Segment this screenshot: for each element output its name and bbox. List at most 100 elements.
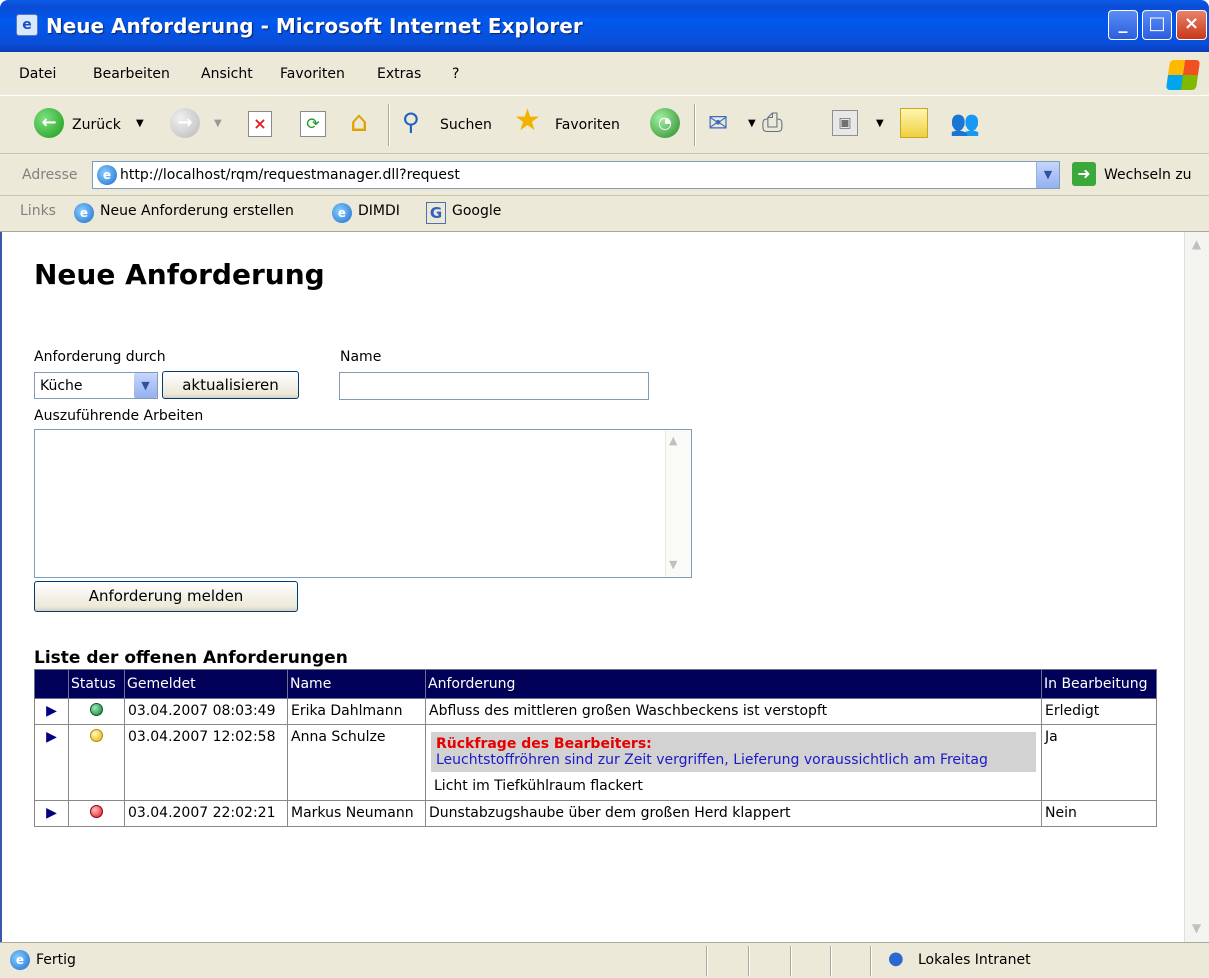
in-progress-cell: Ja: [1041, 724, 1157, 801]
minimize-button[interactable]: _: [1108, 10, 1138, 40]
name-cell: Anna Schulze: [287, 724, 426, 801]
status-text: Fertig: [36, 952, 76, 968]
zone-text: Lokales Intranet: [918, 952, 1031, 968]
toolbar-separator: [388, 104, 390, 146]
links-label: Links: [20, 203, 56, 219]
name-label: Name: [340, 349, 382, 365]
reported-cell: 03.04.2007 08:03:49: [124, 698, 288, 725]
row-open-arrow-icon[interactable]: ▶: [34, 724, 69, 801]
reported-cell: 03.04.2007 22:02:21: [124, 800, 288, 827]
column-header: Status: [68, 669, 125, 699]
table-row[interactable]: ▶ 03.04.2007 22:02:21 Markus Neumann Dun…: [34, 800, 1157, 827]
row-open-arrow-icon[interactable]: ▶: [34, 698, 69, 725]
refresh-icon[interactable]: ⟳: [300, 111, 326, 137]
request-cell: Abfluss des mittleren großen Waschbecken…: [425, 698, 1042, 725]
stop-icon[interactable]: ×: [248, 111, 272, 137]
row-open-arrow-icon[interactable]: ▶: [34, 800, 69, 827]
ie-link-icon: e: [332, 203, 352, 223]
forward-arrow-icon[interactable]: →: [170, 108, 200, 138]
edit-dropdown-icon[interactable]: ▼: [876, 118, 884, 129]
link-dimdi[interactable]: DIMDI: [358, 203, 400, 219]
request-text: Licht im Tiefkühlraum flackert: [434, 778, 643, 794]
reported-cell: 03.04.2007 12:02:58: [124, 724, 288, 801]
menu-favoriten[interactable]: Favoriten: [280, 66, 345, 82]
scroll-up-icon[interactable]: ▲: [1186, 234, 1207, 255]
search-button-label[interactable]: Suchen: [440, 117, 492, 133]
address-dropdown-icon[interactable]: ▼: [1036, 162, 1059, 188]
edit-icon[interactable]: ▣: [832, 110, 858, 136]
back-button-label[interactable]: Zurück: [72, 117, 121, 133]
favorites-button-label[interactable]: Favoriten: [555, 117, 620, 133]
textarea-scroll-up-icon[interactable]: ▲: [669, 434, 677, 447]
requests-table: Status Gemeldet Name Anforderung In Bear…: [34, 669, 1157, 827]
request-cell: Dunstabzugshaube über dem großen Herd kl…: [425, 800, 1042, 827]
favorites-star-icon[interactable]: ★: [514, 104, 548, 138]
table-row[interactable]: ▶ 03.04.2007 12:02:58 Anna Schulze Rückf…: [34, 724, 1157, 801]
status-separator: [830, 946, 832, 976]
address-url[interactable]: http://localhost/rqm/requestmanager.dll?…: [120, 167, 460, 183]
mail-dropdown-icon[interactable]: ▼: [748, 118, 756, 129]
status-red-icon: [90, 805, 103, 818]
home-icon[interactable]: ⌂: [342, 106, 376, 138]
messenger-icon[interactable]: 👥: [950, 106, 986, 140]
forward-dropdown-icon[interactable]: ▼: [214, 118, 222, 129]
submit-request-button[interactable]: Anforderung melden: [34, 581, 298, 612]
menu-extras[interactable]: Extras: [377, 66, 421, 82]
link-neue-anforderung[interactable]: Neue Anforderung erstellen: [100, 203, 294, 219]
inquiry-box: Rückfrage des Bearbeiters: Leuchtstoffrö…: [431, 732, 1036, 772]
request-cell: Rückfrage des Bearbeiters: Leuchtstoffrö…: [425, 724, 1042, 801]
chevron-down-icon[interactable]: ▼: [134, 373, 157, 398]
status-cell: [68, 724, 125, 801]
windows-logo-icon: [1165, 60, 1201, 90]
work-textarea[interactable]: [34, 429, 692, 578]
status-separator: [870, 946, 872, 976]
name-field[interactable]: [339, 372, 649, 400]
link-google[interactable]: Google: [452, 203, 501, 219]
column-header: In Bearbeitung: [1041, 669, 1157, 699]
address-label: Adresse: [22, 167, 78, 183]
textarea-scroll-down-icon[interactable]: ▼: [669, 558, 677, 571]
table-row[interactable]: ▶ 03.04.2007 08:03:49 Erika Dahlmann Abf…: [34, 698, 1157, 725]
status-yellow-icon: [90, 729, 103, 742]
maximize-button[interactable]: □: [1142, 10, 1172, 40]
status-cell: [68, 800, 125, 827]
window-title: Neue Anforderung - Microsoft Internet Ex…: [46, 14, 583, 38]
list-heading: Liste der offenen Anforderungen: [34, 648, 348, 668]
column-header: [34, 669, 69, 699]
column-header: Gemeldet: [124, 669, 288, 699]
history-icon[interactable]: ◔: [650, 108, 680, 138]
work-label: Auszuführende Arbeiten: [34, 408, 204, 424]
scroll-down-icon[interactable]: ▼: [1186, 918, 1207, 939]
column-header: Name: [287, 669, 426, 699]
page-title: Neue Anforderung: [34, 258, 325, 291]
back-dropdown-icon[interactable]: ▼: [136, 118, 144, 129]
name-cell: Markus Neumann: [287, 800, 426, 827]
back-arrow-icon[interactable]: ←: [34, 108, 64, 138]
go-arrow-icon[interactable]: ➜: [1072, 162, 1096, 186]
name-cell: Erika Dahlmann: [287, 698, 426, 725]
discuss-icon[interactable]: [900, 108, 928, 138]
ie-page-icon: e: [97, 165, 117, 185]
ie-window-icon: e: [16, 14, 38, 36]
menu-ansicht[interactable]: Ansicht: [201, 66, 253, 82]
go-button-label[interactable]: Wechseln zu: [1104, 167, 1192, 183]
inquiry-text: Leuchtstoffröhren sind zur Zeit vergriff…: [436, 752, 988, 768]
ie-link-icon: e: [74, 203, 94, 223]
page-scrollbar[interactable]: [1184, 232, 1209, 942]
menu-datei[interactable]: Datei: [19, 66, 56, 82]
menu-bearbeiten[interactable]: Bearbeiten: [93, 66, 170, 82]
table-header-row: Status Gemeldet Name Anforderung In Bear…: [34, 669, 1157, 699]
menu-help[interactable]: ?: [452, 66, 459, 82]
mail-icon[interactable]: ✉: [708, 108, 742, 138]
column-header: Anforderung: [425, 669, 1042, 699]
status-cell: [68, 698, 125, 725]
in-progress-cell: Erledigt: [1041, 698, 1157, 725]
requester-select-value[interactable]: Küche: [40, 378, 83, 394]
refresh-button[interactable]: aktualisieren: [162, 371, 299, 399]
google-icon: G: [426, 202, 446, 224]
status-separator: [790, 946, 792, 976]
close-button[interactable]: ×: [1176, 10, 1207, 40]
print-icon[interactable]: ⎙: [762, 106, 798, 140]
search-icon[interactable]: ⚲: [402, 106, 432, 138]
textarea-scrollbar[interactable]: [665, 430, 691, 577]
